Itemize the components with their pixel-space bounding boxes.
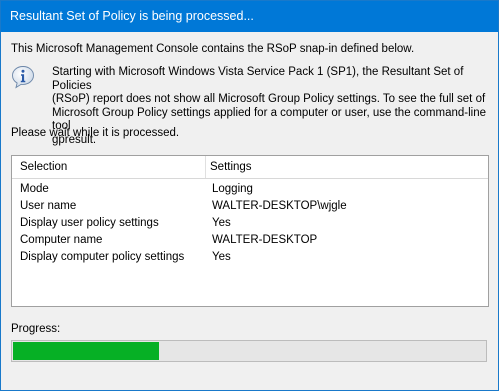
setting-cell: Logging	[212, 183, 253, 195]
rsop-processing-dialog: Resultant Set of Policy is being process…	[0, 0, 499, 391]
setting-cell: WALTER-DESKTOP	[212, 234, 318, 246]
selection-cell: User name	[20, 200, 77, 212]
list-item[interactable]: User name WALTER-DESKTOP\wjgle	[12, 198, 488, 215]
column-header-settings[interactable]: Settings	[210, 161, 252, 173]
selection-cell: Computer name	[20, 234, 103, 246]
list-item[interactable]: Mode Logging	[12, 181, 488, 198]
column-header-selection[interactable]: Selection	[20, 161, 67, 173]
notice-line: (RSoP) report does not show all Microsof…	[52, 93, 486, 106]
window-title: Resultant Set of Policy is being process…	[10, 9, 254, 23]
setting-cell: Yes	[212, 251, 231, 263]
details-header: Selection Settings	[12, 156, 488, 179]
selection-cell: Mode	[20, 183, 49, 195]
list-item[interactable]: Display user policy settings Yes	[12, 215, 488, 232]
selection-cell: Display user policy settings	[20, 217, 159, 229]
list-item[interactable]: Computer name WALTER-DESKTOP	[12, 232, 488, 249]
progress-bar	[11, 340, 487, 362]
setting-cell: Yes	[212, 217, 231, 229]
column-divider[interactable]	[205, 156, 206, 178]
details-list[interactable]: Selection Settings Mode Logging User nam…	[11, 155, 489, 307]
progress-label: Progress:	[11, 323, 61, 335]
info-icon	[12, 66, 34, 89]
title-bar[interactable]: Resultant Set of Policy is being process…	[1, 1, 498, 32]
progress-fill	[13, 342, 159, 360]
selection-cell: Display computer policy settings	[20, 251, 185, 263]
notice-line: Starting with Microsoft Windows Vista Se…	[52, 66, 464, 92]
intro-text: This Microsoft Management Console contai…	[11, 43, 415, 55]
wait-message: Please wait while it is processed.	[11, 127, 180, 139]
setting-cell: WALTER-DESKTOP\wjgle	[212, 200, 347, 212]
list-item[interactable]: Display computer policy settings Yes	[12, 249, 488, 266]
